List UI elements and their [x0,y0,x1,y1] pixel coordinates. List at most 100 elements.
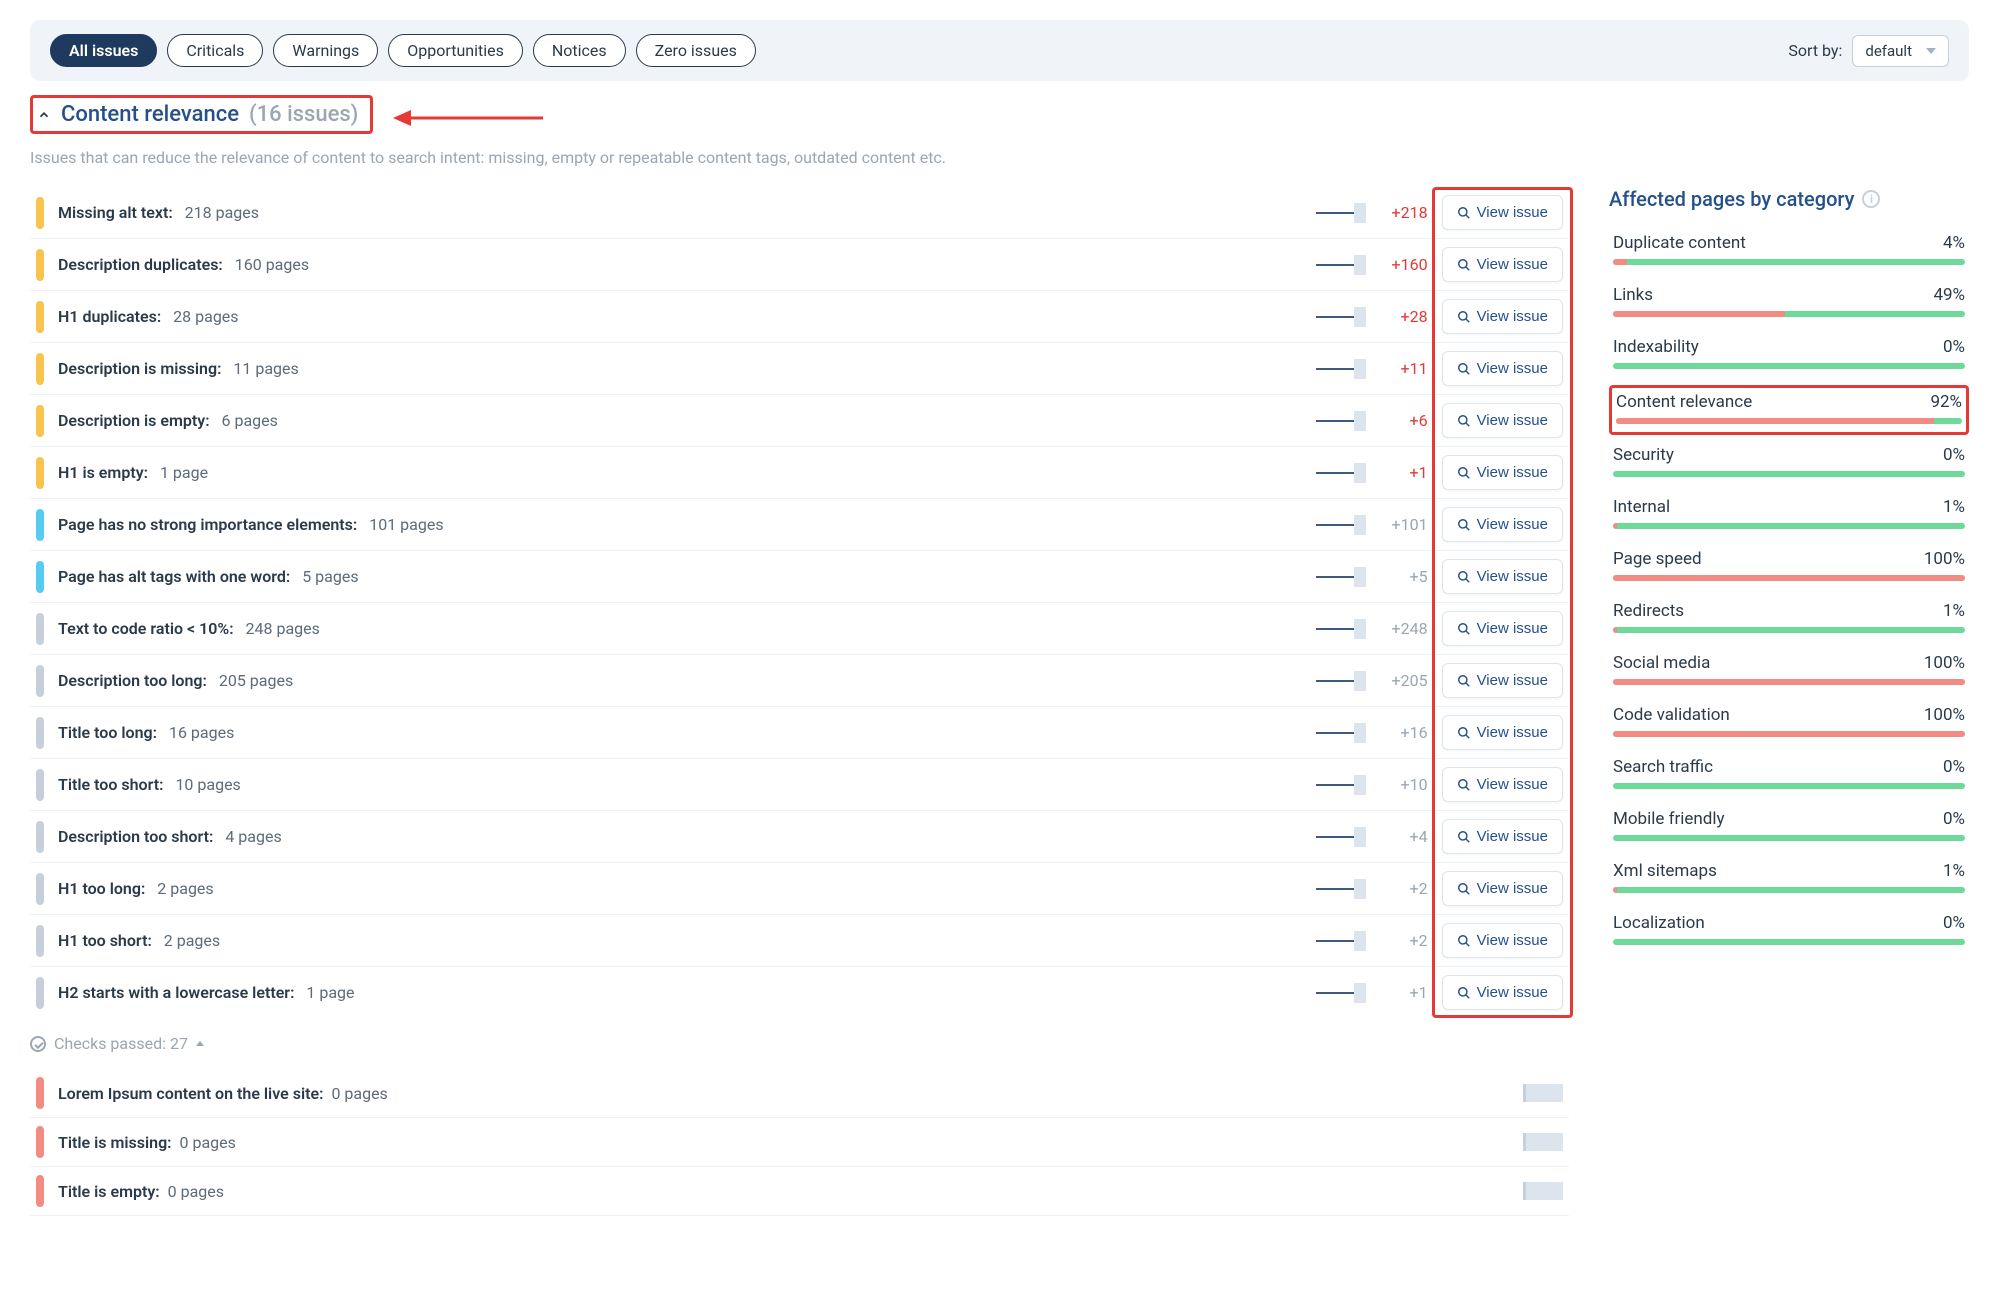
sparkline [1316,775,1366,795]
category-bar [1613,363,1965,369]
view-issue-button[interactable]: View issue [1442,559,1563,594]
category-bar [1613,523,1965,529]
category-bar [1613,783,1965,789]
category-bar-fill [1613,259,1627,265]
issue-pages: 4 pages [217,827,281,846]
view-issue-button[interactable]: View issue [1442,923,1563,958]
category-row-xml-sitemaps[interactable]: Xml sitemaps 1% [1609,857,1969,903]
filter-pill-warnings[interactable]: Warnings [273,34,378,67]
section-description: Issues that can reduce the relevance of … [30,148,1969,167]
issue-name: Page has alt tags with one word: [58,567,290,586]
issue-row: Title too short: 10 pages +10 View issue [30,759,1569,811]
category-row-code-validation[interactable]: Code validation 100% [1609,701,1969,747]
category-row-mobile-friendly[interactable]: Mobile friendly 0% [1609,805,1969,851]
filter-pill-criticals[interactable]: Criticals [167,34,263,67]
category-row-redirects[interactable]: Redirects 1% [1609,597,1969,643]
view-issue-button[interactable]: View issue [1442,767,1563,802]
sparkline [1523,1182,1563,1200]
view-issue-button[interactable]: View issue [1442,819,1563,854]
issue-pages: 218 pages [177,203,259,222]
category-row-social-media[interactable]: Social media 100% [1609,649,1969,695]
category-name: Page speed [1613,549,1702,569]
category-row-page-speed[interactable]: Page speed 100% [1609,545,1969,591]
view-issue-label: View issue [1477,776,1548,793]
issue-name: Description is missing: [58,359,221,378]
category-percent: 49% [1933,285,1965,305]
view-issue-label: View issue [1477,412,1548,429]
view-issue-button[interactable]: View issue [1442,351,1563,386]
view-issue-button[interactable]: View issue [1442,871,1563,906]
severity-indicator [36,457,44,489]
view-issue-label: View issue [1477,880,1548,897]
info-icon[interactable]: i [1862,190,1880,208]
sparkline [1523,1133,1563,1151]
issue-pages: 11 pages [225,359,298,378]
view-issue-button[interactable]: View issue [1442,299,1563,334]
category-row-search-traffic[interactable]: Search traffic 0% [1609,753,1969,799]
issue-row: Page has no strong importance elements: … [30,499,1569,551]
issue-delta: +1 [1374,983,1428,1002]
view-issue-button[interactable]: View issue [1442,715,1563,750]
filter-pill-opportunities[interactable]: Opportunities [388,34,523,67]
view-issue-button[interactable]: View issue [1442,403,1563,438]
sparkline [1316,879,1366,899]
issue-row: H1 too short: 2 pages +2 View issue [30,915,1569,967]
view-issue-button[interactable]: View issue [1442,611,1563,646]
view-issue-button[interactable]: View issue [1442,247,1563,282]
severity-indicator [36,1077,44,1109]
sort-value: default [1865,42,1912,60]
passed-row: Title is empty: 0 pages [30,1167,1569,1216]
issue-delta: +1 [1374,463,1428,482]
category-bar-fill [1613,575,1965,581]
sparkline [1316,515,1366,535]
severity-indicator [36,873,44,905]
view-issue-button[interactable]: View issue [1442,195,1563,230]
filter-bar: All issues Criticals Warnings Opportunities… [30,20,1969,81]
sparkline [1316,983,1366,1003]
sparkline [1316,203,1366,223]
category-row-security[interactable]: Security 0% [1609,441,1969,487]
issue-pages: 205 pages [211,671,293,690]
sparkline [1316,255,1366,275]
issue-name: Description is empty: [58,411,210,430]
filter-pill-zero-issues[interactable]: Zero issues [636,34,756,67]
search-icon [1457,778,1471,792]
view-issue-button[interactable]: View issue [1442,975,1563,1010]
issue-row: Missing alt text: 218 pages +218 View is… [30,187,1569,239]
section-header[interactable]: Content relevance (16 issues) [30,95,373,134]
category-row-links[interactable]: Links 49% [1609,281,1969,327]
category-percent: 100% [1924,653,1965,673]
issue-delta: +5 [1374,567,1428,586]
checks-passed-toggle[interactable]: Checks passed: 27 [30,1018,1569,1069]
category-percent: 0% [1943,809,1965,829]
category-row-content-relevance[interactable]: Content relevance 92% [1609,385,1969,435]
chevron-up-icon [37,108,51,122]
search-icon [1457,258,1471,272]
category-bar-fill [1613,679,1965,685]
category-bar [1616,418,1962,424]
category-name: Content relevance [1616,392,1752,412]
category-row-indexability[interactable]: Indexability 0% [1609,333,1969,379]
view-issue-button[interactable]: View issue [1442,455,1563,490]
sidebar-title-text: Affected pages by category [1609,187,1854,211]
sort-label: Sort by: [1788,41,1842,60]
category-row-localization[interactable]: Localization 0% [1609,909,1969,955]
issue-delta: +4 [1374,827,1428,846]
search-icon [1457,310,1471,324]
issue-pages: 2 pages [149,879,213,898]
severity-indicator [36,509,44,541]
view-issue-label: View issue [1477,828,1548,845]
view-issue-button[interactable]: View issue [1442,507,1563,542]
category-bar [1613,471,1965,477]
severity-indicator [36,197,44,229]
severity-indicator [36,353,44,385]
category-bar [1613,835,1965,841]
filter-pill-notices[interactable]: Notices [533,34,626,67]
search-icon [1457,674,1471,688]
category-row-internal[interactable]: Internal 1% [1609,493,1969,539]
filter-pill-all-issues[interactable]: All issues [50,34,157,67]
sort-select[interactable]: default [1852,35,1949,67]
issue-delta: +6 [1374,411,1428,430]
category-row-duplicate-content[interactable]: Duplicate content 4% [1609,229,1969,275]
view-issue-button[interactable]: View issue [1442,663,1563,698]
